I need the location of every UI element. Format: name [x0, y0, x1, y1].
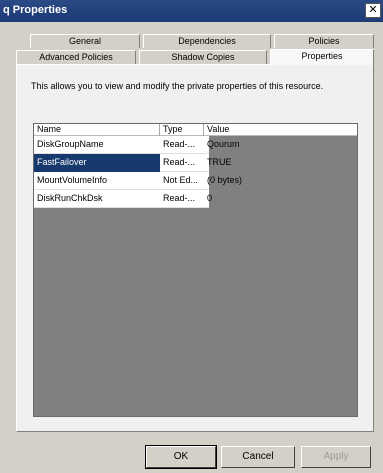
cancel-button[interactable]: Cancel [221, 446, 295, 468]
close-icon: ✕ [368, 4, 378, 16]
apply-button[interactable]: Apply [301, 446, 371, 468]
title-bar: q Properties ✕ [0, 0, 383, 22]
tab-label: Policies [308, 36, 340, 46]
cell-name: FastFailover [34, 154, 160, 172]
panel-description: This allows you to view and modify the p… [31, 81, 324, 91]
cell-type: Read-... [163, 157, 196, 167]
cell-type: Read-... [163, 139, 196, 149]
properties-dialog: q Properties ✕ General Dependencies Poli… [0, 0, 383, 473]
cell-type: Not Ed... [163, 175, 199, 185]
cell-name: MountVolumeInfo [37, 175, 108, 185]
tab-advanced-policies[interactable]: Advanced Policies [16, 50, 136, 64]
cell-name: DiskRunChkDsk [37, 193, 103, 203]
properties-panel: This allows you to view and modify the p… [16, 64, 374, 432]
tab-label: General [68, 36, 102, 46]
properties-list[interactable]: Name Type Value DiskGroupName Read-... Q… [33, 123, 358, 417]
table-row[interactable]: DiskRunChkDsk Read-... 0 [34, 190, 212, 208]
tab-strip: General Dependencies Policies Advanced P… [16, 34, 376, 65]
cell-name: DiskGroupName [37, 139, 104, 149]
list-header: Name Type Value [34, 124, 357, 136]
close-button[interactable]: ✕ [365, 3, 381, 18]
cell-value: 0 [207, 193, 213, 203]
column-header-type[interactable]: Type [160, 124, 204, 136]
tab-properties[interactable]: Properties [270, 49, 374, 65]
window-title: q Properties [3, 4, 68, 16]
column-header-value[interactable]: Value [204, 124, 264, 136]
cell-value: (0 bytes) [207, 175, 243, 185]
table-row[interactable]: DiskGroupName Read-... Qourum [34, 136, 240, 154]
cell-type: Read-... [163, 193, 196, 203]
tab-general[interactable]: General [30, 34, 140, 48]
tab-shadow-copies[interactable]: Shadow Copies [139, 50, 267, 64]
cell-value: Qourum [207, 139, 240, 149]
tab-policies[interactable]: Policies [274, 34, 374, 48]
tab-label: Advanced Policies [39, 52, 113, 62]
table-row[interactable]: MountVolumeInfo Not Ed... (0 bytes) [34, 172, 242, 190]
tab-dependencies[interactable]: Dependencies [143, 34, 271, 48]
tab-label: Shadow Copies [171, 52, 235, 62]
table-row-selected[interactable]: FastFailover Read-... TRUE [34, 154, 232, 172]
tab-label: Properties [301, 51, 343, 61]
column-header-name[interactable]: Name [34, 124, 160, 136]
ok-button[interactable]: OK [145, 445, 217, 469]
cell-value: TRUE [207, 157, 232, 167]
tab-label: Dependencies [178, 36, 236, 46]
